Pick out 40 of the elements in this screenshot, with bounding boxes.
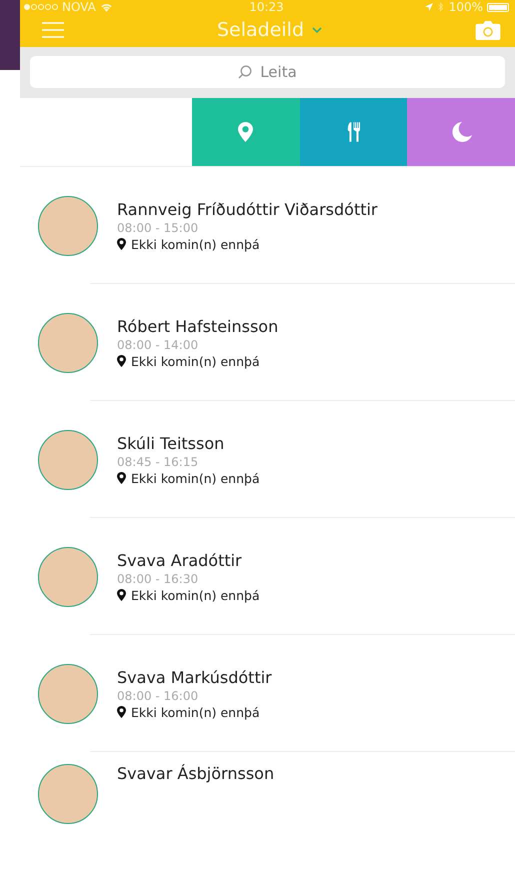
- child-name[interactable]: Svava Markúsdóttir: [117, 668, 272, 686]
- battery-percent: 100%: [448, 0, 483, 14]
- pin-icon: [117, 589, 126, 601]
- action-button[interactable]: [407, 98, 515, 166]
- child-name[interactable]: Svava Aradóttir: [117, 550, 260, 570]
- search-field[interactable]: Leita: [30, 56, 505, 88]
- location-arrow-icon: [424, 2, 433, 12]
- battery-icon: [487, 2, 509, 12]
- pin-icon: [117, 472, 126, 484]
- clock-time: 10:23: [249, 0, 284, 14]
- pin-icon: [117, 706, 126, 718]
- caret-icon[interactable]: [312, 27, 322, 34]
- wifi-icon: [100, 2, 113, 12]
- schedule-time: 08:00 - 16:30: [117, 572, 200, 586]
- signal-icon: [24, 4, 58, 10]
- attendance-status: Ekki komin(n) ennþá: [131, 354, 260, 368]
- child-name[interactable]: Svavar Ásbjörnsson: [117, 764, 274, 783]
- attendance-status: Ekki komin(n) ennþá: [131, 470, 260, 486]
- pin-icon: [238, 122, 254, 142]
- attendance-status: Ekki komin(n) ennþá: [131, 236, 260, 252]
- bluetooth-icon: [436, 2, 445, 12]
- fork-knife-icon: [347, 120, 360, 143]
- carrier-name: NOVA: [62, 0, 96, 14]
- slide-background: [0, 0, 20, 70]
- schedule-time: 08:00 - 14:00: [117, 338, 200, 352]
- child-name[interactable]: Róbert Hafsteinsson: [117, 316, 278, 336]
- pin-icon: [117, 355, 126, 367]
- action-button[interactable]: [300, 98, 408, 166]
- camera-icon[interactable]: [474, 20, 501, 40]
- child-name[interactable]: Skúli Teitsson: [117, 434, 260, 452]
- action-button[interactable]: [192, 98, 300, 166]
- search-icon: [238, 64, 252, 79]
- pin-icon: [117, 238, 126, 250]
- schedule-time: 08:00 - 16:00: [117, 688, 200, 702]
- child-name[interactable]: Rannveig Fríðudóttir Viðarsdóttir: [117, 200, 378, 218]
- schedule-time: 08:00 - 15:00: [117, 220, 200, 234]
- schedule-time: 08:45 - 16:15: [117, 454, 200, 468]
- attendance-status: Ekki komin(n) ennþá: [131, 588, 260, 602]
- menu-icon[interactable]: [42, 22, 64, 38]
- attendance-status: Ekki komin(n) ennþá: [131, 704, 260, 720]
